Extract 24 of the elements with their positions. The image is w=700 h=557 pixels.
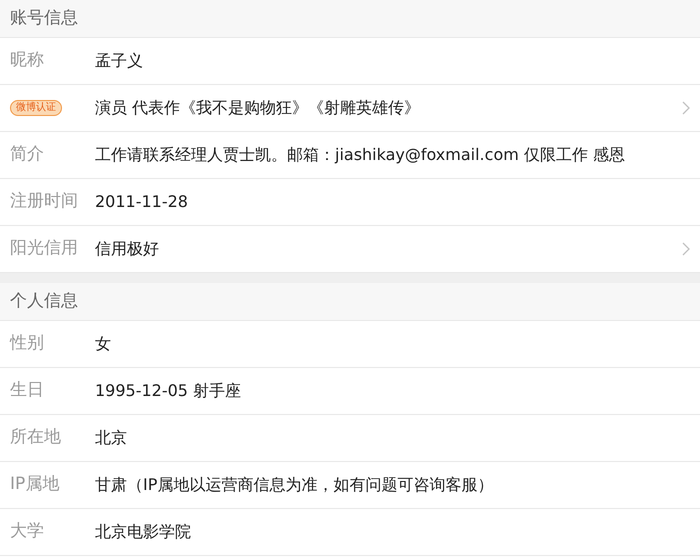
- field-value: 女: [95, 333, 112, 355]
- field-value: 北京: [95, 427, 128, 449]
- field-label: 生日: [10, 379, 44, 402]
- field-label: 性别: [10, 332, 44, 356]
- field-value: 2011-11-28: [95, 191, 189, 213]
- field-value: 1995-12-05 射手座: [95, 380, 242, 402]
- field-label: 简介: [10, 143, 44, 166]
- field-value: 信用极好: [95, 238, 160, 260]
- field-value: 甘肃（IP属地以运营商信息为准，如有问题可咨询客服）: [95, 474, 494, 496]
- info-row[interactable]: 微博认证 演员 代表作《我不是购物狂》《射雕英雄传》: [0, 85, 700, 132]
- field-value: 北京电影学院: [95, 521, 192, 543]
- field-label: 大学: [10, 520, 44, 544]
- section-title: 账号信息: [10, 6, 78, 30]
- field-value: 演员 代表作《我不是购物狂》《射雕英雄传》: [95, 97, 422, 119]
- field-label: 阳光信用: [10, 237, 78, 260]
- field-value: 孟子义: [95, 50, 144, 72]
- field-value: 工作请联系经理人贾士凯。邮箱：jiashikay@foxmail.com 仅限工作 感恩: [95, 144, 626, 166]
- section-title: 个人信息: [10, 290, 78, 313]
- field-label: 注册时间: [10, 190, 78, 214]
- field-label: 所在地: [10, 426, 61, 450]
- field-label: 昵称: [10, 49, 44, 72]
- info-row[interactable]: 阳光信用 信用极好: [0, 226, 700, 273]
- verification-badge: 微博认证: [10, 100, 62, 116]
- field-label: IP属地: [10, 473, 60, 496]
